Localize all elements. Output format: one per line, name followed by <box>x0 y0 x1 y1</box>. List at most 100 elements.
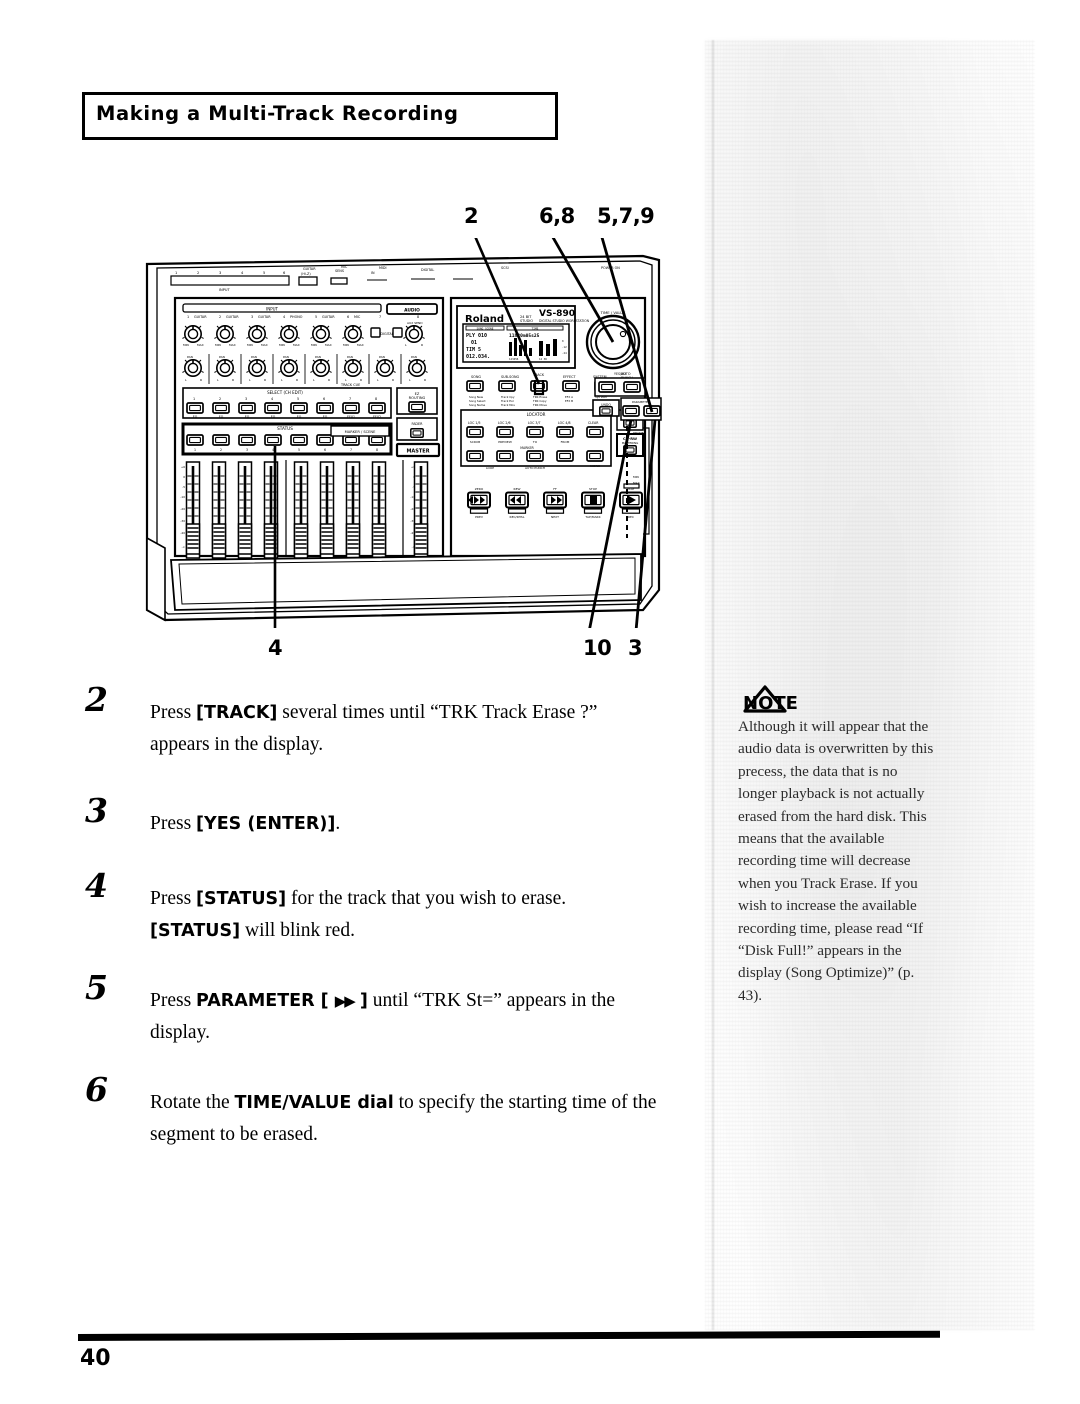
svg-text:3: 3 <box>251 315 253 319</box>
svg-text:-5: -5 <box>182 485 185 489</box>
svg-text:6: 6 <box>347 315 349 319</box>
svg-text:CLEAR: CLEAR <box>588 421 599 425</box>
t: several times until “TRK Track Erase ?” <box>277 702 598 723</box>
svg-text:TIM 5: TIM 5 <box>466 347 481 353</box>
svg-text:LOC 2/6: LOC 2/6 <box>498 421 511 425</box>
svg-text:6: 6 <box>324 448 326 452</box>
svg-text:LOCATOR: LOCATOR <box>527 412 546 417</box>
svg-text:MASTER: MASTER <box>406 449 429 455</box>
svg-text:SELECT (CH EDIT): SELECT (CH EDIT) <box>267 390 303 395</box>
step-5-number: 5 <box>85 968 108 1007</box>
svg-text:AUX SEND: AUX SEND <box>407 321 423 325</box>
svg-text:123456: 123456 <box>509 357 519 361</box>
t: Press <box>150 990 197 1011</box>
page-number: 40 <box>80 1346 111 1371</box>
t: will blink red. <box>240 920 355 941</box>
svg-text:PAN: PAN <box>187 355 193 359</box>
svg-text:REC: REC <box>628 515 634 519</box>
svg-text:PAN: PAN <box>411 355 417 359</box>
yes-enter-button-label: [YES (ENTER)] <box>196 814 336 834</box>
svg-text:R: R <box>360 378 362 382</box>
svg-text:LOC 1/5: LOC 1/5 <box>468 421 481 425</box>
t: segment to be erased. <box>150 1124 318 1145</box>
svg-text:MARKER / SCENE: MARKER / SCENE <box>345 430 376 434</box>
svg-text:-40: -40 <box>410 531 415 535</box>
svg-text:5: 5 <box>297 397 299 401</box>
t: Rotate the <box>150 1092 235 1113</box>
svg-text:-12: -12 <box>562 345 567 349</box>
step-3-text: Press [YES (ENTER)]. <box>150 808 710 840</box>
note-sidebar: NOTE Although it will appear that the au… <box>738 684 938 1007</box>
svg-text:4: 4 <box>271 397 273 401</box>
svg-text:7: 7 <box>350 448 352 452</box>
svg-text:PAN: PAN <box>379 355 385 359</box>
svg-text:MIDI: MIDI <box>379 266 387 270</box>
svg-text:DIGITAL: DIGITAL <box>380 332 393 336</box>
svg-text:Track Mov: Track Mov <box>500 403 515 407</box>
svg-text:8: 8 <box>375 397 377 401</box>
svg-text:EQ: EQ <box>271 415 276 419</box>
device-illustration: 123 456 INPUT GUITAR (Hi-Z) MIC SENS MIDI I… <box>135 238 675 628</box>
svg-text:-5: -5 <box>412 485 415 489</box>
callout-10: 10 <box>583 636 612 660</box>
t: display. <box>150 1022 210 1043</box>
svg-text:MIN: MIN <box>279 343 285 347</box>
svg-text:Song Name: Song Name <box>469 403 485 407</box>
svg-text:SENS: SENS <box>335 269 344 273</box>
svg-text:-40: -40 <box>180 531 185 535</box>
svg-text:EQ: EQ <box>193 415 198 419</box>
track-button-label: [TRACK] <box>196 703 278 723</box>
svg-text:2: 2 <box>197 271 199 275</box>
svg-text:(Hi-Z): (Hi-Z) <box>301 272 311 276</box>
svg-text:R: R <box>328 378 330 382</box>
svg-text:REW: REW <box>514 487 521 491</box>
svg-text:MAX: MAX <box>229 343 236 347</box>
svg-text:MAX: MAX <box>197 343 204 347</box>
svg-text:SCRUB: SCRUB <box>470 440 480 444</box>
svg-text:INPUT: INPUT <box>219 288 231 292</box>
svg-text:PAN: PAN <box>347 355 353 359</box>
step-2-number: 2 <box>85 680 108 719</box>
svg-text:4: 4 <box>283 315 285 319</box>
svg-text:R: R <box>200 378 202 382</box>
svg-text:SUB-SONG: SUB-SONG <box>501 375 520 379</box>
step-4-text: Press [STATUS] for the track that you wi… <box>150 883 710 947</box>
svg-text:012.034.: 012.034. <box>466 354 490 360</box>
svg-text:MAX: MAX <box>357 343 364 347</box>
svg-text:MIN: MIN <box>343 343 349 347</box>
callout-3: 3 <box>628 636 643 660</box>
svg-text:INPUT: INPUT <box>266 307 279 312</box>
t: to specify the starting time of the <box>393 1092 657 1113</box>
svg-text:GUITAR: GUITAR <box>303 267 316 271</box>
svg-text:SONG: SONG <box>471 375 481 379</box>
svg-text:EQ: EQ <box>297 415 302 419</box>
svg-text:NEXT: NEXT <box>551 515 559 519</box>
step-6-number: 6 <box>85 1070 108 1109</box>
svg-text:MASTERING: MASTERING <box>622 441 639 445</box>
page-title: Making a Multi-Track Recording <box>96 102 459 125</box>
svg-text:MARKER: MARKER <box>520 446 534 450</box>
svg-text:PREV: PREV <box>475 515 484 519</box>
svg-text:8: 8 <box>417 315 419 319</box>
svg-text:LOC 3/7: LOC 3/7 <box>528 421 541 425</box>
svg-text:3: 3 <box>245 397 247 401</box>
t: . <box>335 813 341 834</box>
t: Press <box>150 813 197 834</box>
callout-5-7-9: 5,7,9 <box>597 204 655 228</box>
svg-text:5: 5 <box>298 448 300 452</box>
note-body-text: Although it will appear that the audio d… <box>738 718 934 1004</box>
step-2-text: Press [TRACK] several times until “TRK T… <box>150 697 710 760</box>
svg-text:MIN: MIN <box>311 343 317 347</box>
manual-page: Making a Multi-Track Recording 2 6,8 5,7… <box>0 0 1080 1404</box>
svg-text:GUITAR: GUITAR <box>226 315 239 319</box>
svg-text:-24: -24 <box>562 351 567 355</box>
t: for the track that you wish to erase. <box>286 888 567 909</box>
svg-text:0: 0 <box>183 475 185 479</box>
svg-text:GUITAR: GUITAR <box>322 315 335 319</box>
svg-text:SCSI: SCSI <box>501 266 509 270</box>
svg-text:R: R <box>421 343 423 347</box>
t: Press <box>150 888 197 909</box>
svg-text:AUDIO: AUDIO <box>404 308 420 314</box>
svg-text:6: 6 <box>323 397 325 401</box>
svg-text:12 3R: 12 3R <box>539 357 547 361</box>
